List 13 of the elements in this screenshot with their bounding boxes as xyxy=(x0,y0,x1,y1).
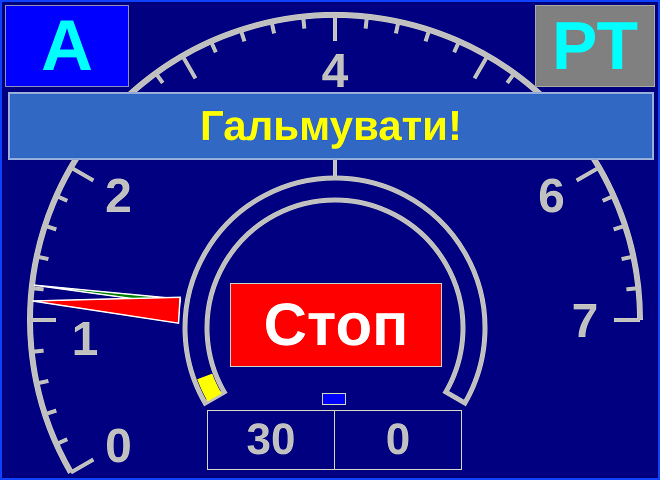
regime-indicator: РТ xyxy=(535,5,655,87)
readout-cell: 30 xyxy=(207,410,335,470)
message-banner: Гальмувати! xyxy=(8,92,654,160)
scale-label: 1 xyxy=(72,313,98,366)
scale-label: 0 xyxy=(105,420,132,473)
scale-label: 7 xyxy=(572,295,598,348)
mode-indicator: A xyxy=(5,5,129,87)
scale-label: 2 xyxy=(105,170,132,223)
small-indicator-icon xyxy=(322,393,346,405)
inner-scale-tick xyxy=(333,158,337,178)
readout-cell: 0 xyxy=(334,410,462,470)
status-box: Стоп xyxy=(230,283,442,367)
scale-label: 6 xyxy=(538,170,565,223)
